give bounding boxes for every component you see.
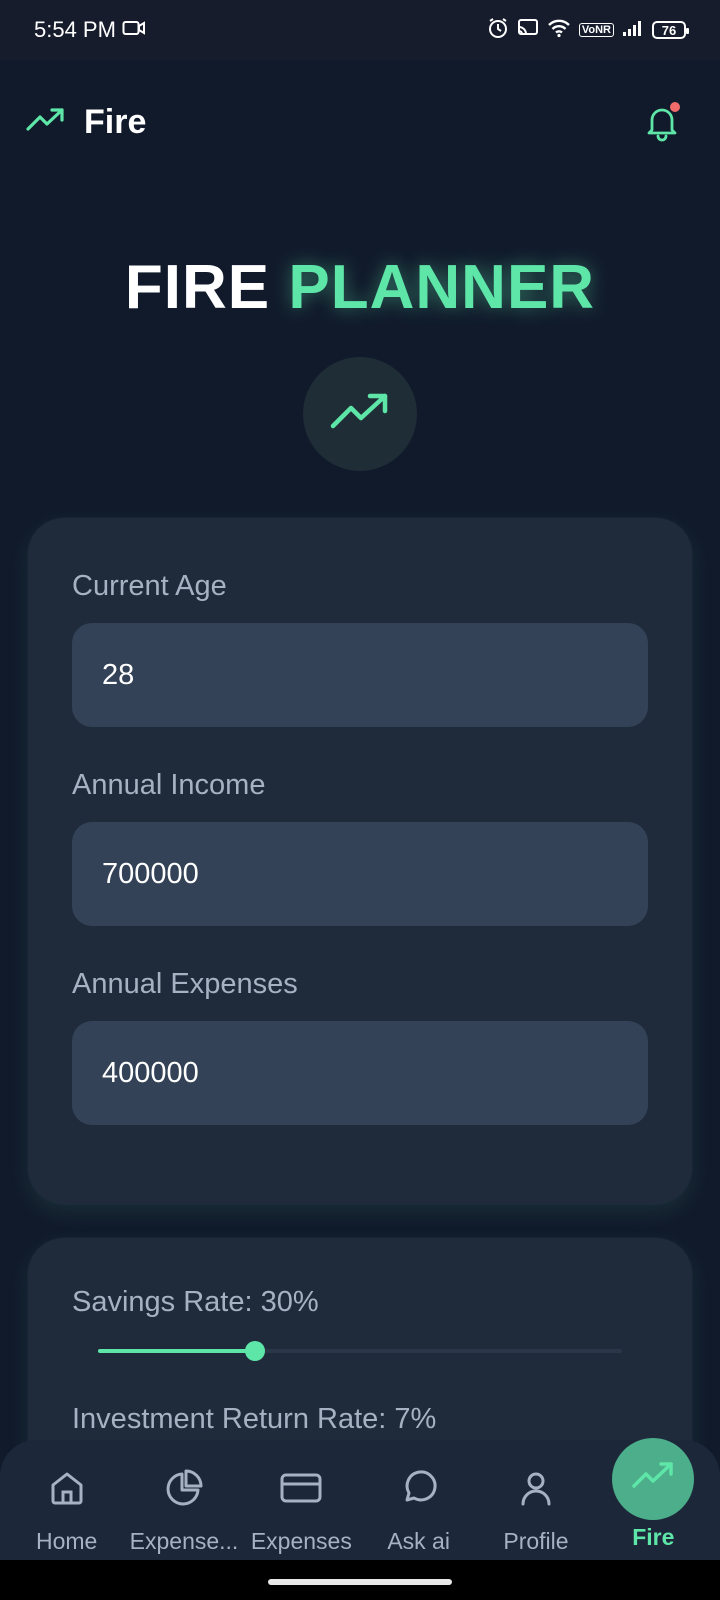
alarm-icon	[487, 17, 509, 44]
bottom-navigation: Home Expense... Expenses Ask ai Profile …	[0, 1438, 720, 1560]
savings-rate-label: Savings Rate: 30%	[72, 1286, 319, 1318]
hero-title-fire: FIRE	[124, 253, 271, 322]
status-right: VoNR 76	[487, 17, 689, 44]
annual-expenses-label: Annual Expenses	[72, 968, 298, 1000]
cast-icon	[517, 18, 539, 43]
current-age-field[interactable]: 28	[72, 623, 648, 727]
status-time: 5:54 PM	[34, 17, 116, 42]
notification-dot	[670, 102, 680, 112]
nav-item-expense-chart[interactable]: Expense...	[125, 1440, 242, 1560]
savings-rate-slider[interactable]	[98, 1339, 622, 1363]
slider-thumb[interactable]	[245, 1341, 266, 1361]
status-left: 5:54 PM	[34, 17, 146, 43]
nav-label-expenses: Expenses	[250, 1528, 352, 1554]
chat-bubble-icon	[399, 1468, 439, 1514]
header-left: Fire	[26, 103, 146, 142]
input-card: Current Age 28 Annual Income 700000 Annu…	[28, 518, 692, 1204]
wifi-icon	[547, 18, 571, 43]
credit-card-icon	[279, 1468, 323, 1514]
nav-label-home: Home	[35, 1528, 98, 1554]
investment-return-label: Investment Return Rate: 7%	[72, 1403, 437, 1435]
nav-item-expenses[interactable]: Expenses	[243, 1440, 360, 1560]
gesture-handle[interactable]	[268, 1579, 452, 1585]
pie-chart-icon	[164, 1468, 204, 1514]
current-age-label: Current Age	[72, 570, 227, 602]
vonr-badge: VoNR	[578, 23, 614, 37]
nav-item-fire[interactable]: Fire	[595, 1438, 712, 1560]
annual-income-field[interactable]: 700000	[72, 822, 648, 926]
battery-indicator: 76	[652, 21, 689, 39]
annual-income-label: Annual Income	[72, 769, 266, 801]
status-bar: 5:54 PM VoNR 76	[0, 0, 720, 60]
nav-label-profile: Profile	[503, 1528, 569, 1554]
hero-icon-badge	[303, 357, 417, 471]
app-header: Fire	[0, 80, 720, 164]
nav-label-ask-ai: Ask ai	[387, 1528, 450, 1554]
nav-active-indicator	[612, 1438, 695, 1520]
hero-title: FIRE PLANNER	[0, 252, 720, 323]
signal-icon	[622, 19, 644, 42]
video-camera-icon	[122, 17, 146, 43]
annual-expenses-field[interactable]: 400000	[72, 1021, 648, 1125]
user-icon	[516, 1468, 556, 1514]
nav-item-home[interactable]: Home	[8, 1440, 125, 1560]
nav-label-expense-chart: Expense...	[129, 1528, 239, 1554]
trending-up-icon	[26, 107, 66, 138]
notifications-button[interactable]	[642, 102, 682, 142]
bell-icon	[642, 108, 682, 146]
page-title: Fire	[84, 102, 147, 141]
trending-up-icon	[330, 392, 390, 437]
trending-up-icon	[631, 1461, 675, 1497]
nav-label-fire: Fire	[632, 1524, 675, 1550]
hero-title-planner: PLANNER	[288, 253, 596, 322]
nav-item-profile[interactable]: Profile	[477, 1440, 594, 1560]
home-icon	[47, 1468, 87, 1514]
slider-fill	[98, 1349, 256, 1353]
nav-item-ask-ai[interactable]: Ask ai	[360, 1440, 477, 1560]
